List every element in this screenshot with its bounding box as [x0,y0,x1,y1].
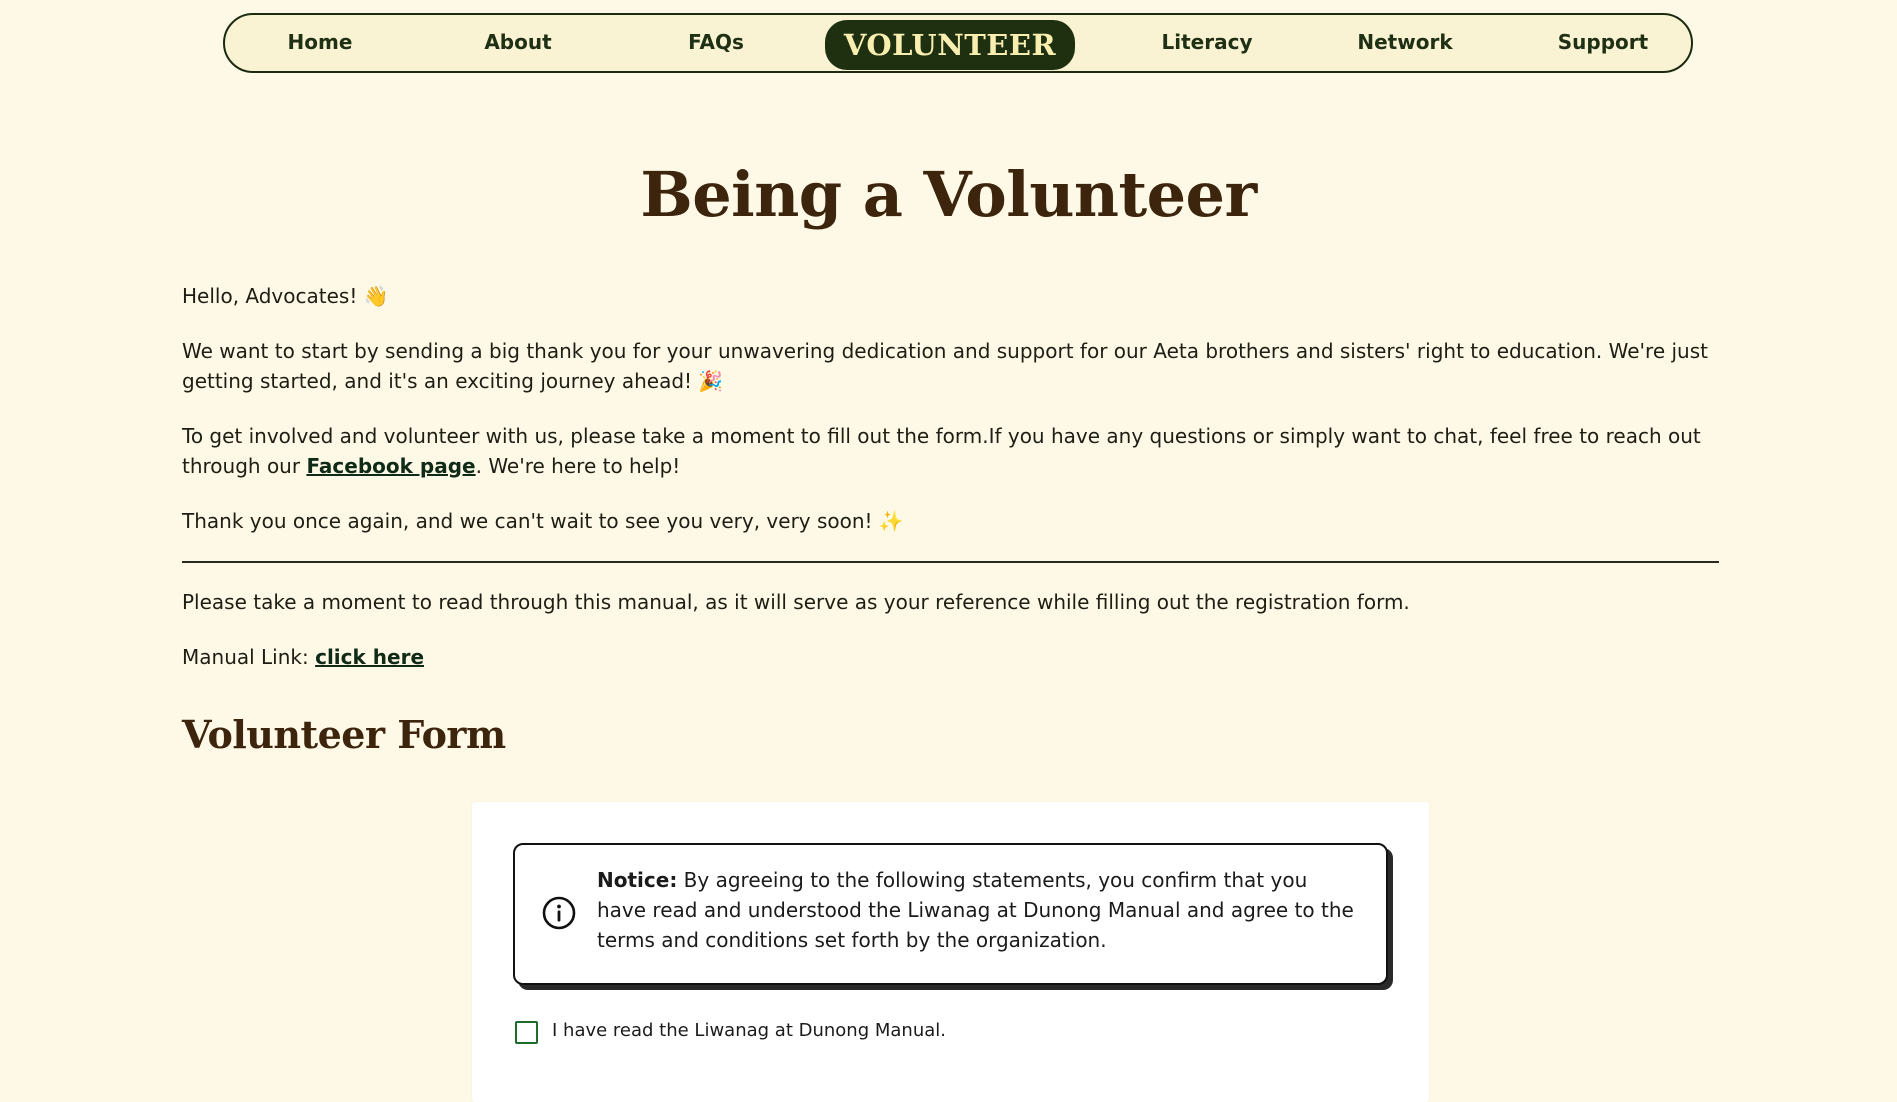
nav-home[interactable]: Home [288,15,353,70]
greeting-text: Hello, Advocates! 👋 [182,284,389,308]
notice-text: Notice: By agreeing to the following sta… [597,865,1357,955]
involvement-paragraph: To get involved and volunteer with us, p… [182,421,1712,481]
manual-note: Please take a moment to read through thi… [182,590,1410,614]
notice-label: Notice: [597,868,678,892]
top-navigation: Home About FAQs VOLUNTEER Literacy Netwo… [223,13,1693,73]
manual-link-line: Manual Link: click here [182,642,1712,672]
manual-link-label: Manual Link: [182,645,316,669]
involvement-text-end: . We're here to help! [475,454,681,478]
manual-read-checkbox-label[interactable]: I have read the Liwanag at Dunong Manual… [552,1020,946,1042]
nav-about[interactable]: About [484,15,551,70]
nav-faqs[interactable]: FAQs [688,15,744,70]
facebook-page-link[interactable]: Facebook page [306,454,475,478]
manual-link[interactable]: click here [315,645,424,669]
nav-network[interactable]: Network [1357,15,1452,70]
page-title: Being a Volunteer [640,158,1257,231]
thank-you-paragraph: We want to start by sending a big thank … [182,339,1708,393]
closing-paragraph: Thank you once again, and we can't wait … [182,509,904,533]
manual-read-checkbox[interactable] [515,1021,538,1044]
notice-body: By agreeing to the following statements,… [597,868,1354,952]
info-circle-icon [542,896,576,930]
nav-literacy[interactable]: Literacy [1162,15,1253,70]
volunteer-form-heading: Volunteer Form [182,712,506,757]
nav-support[interactable]: Support [1558,15,1648,70]
notice-box: Notice: By agreeing to the following sta… [513,843,1388,985]
nav-volunteer[interactable]: VOLUNTEER [825,20,1075,70]
section-divider [182,561,1719,563]
